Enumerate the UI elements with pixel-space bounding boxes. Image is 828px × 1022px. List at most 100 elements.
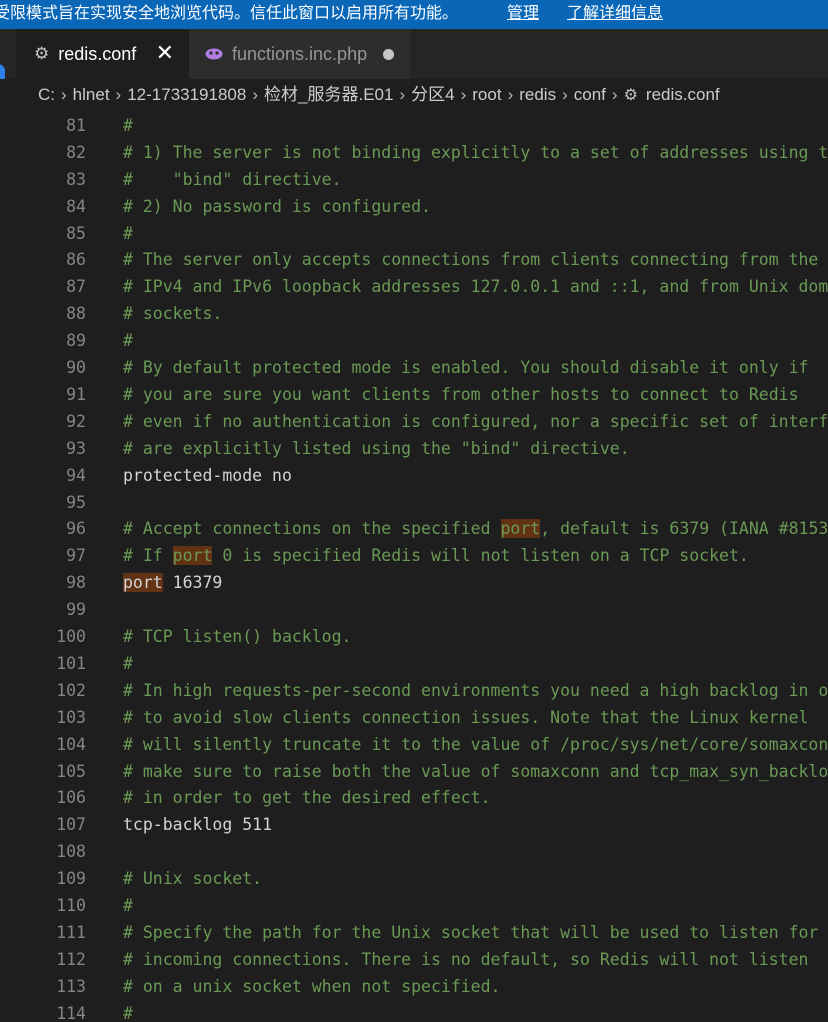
- code-line[interactable]: 114 #: [0, 1000, 828, 1022]
- code-editor[interactable]: 80# When protected mode is on and if:81#…: [0, 94, 828, 1022]
- learn-more-link[interactable]: 了解详细信息: [567, 0, 663, 27]
- code-line[interactable]: 84 # 2) No password is configured.: [0, 193, 828, 220]
- breadcrumb-item[interactable]: hlnet: [73, 85, 110, 104]
- code-text: # By default protected mode is enabled. …: [123, 358, 809, 377]
- code-line[interactable]: 104 # will silently truncate it to the va…: [0, 731, 828, 758]
- code-line[interactable]: 112 # incoming connections. There is no d…: [0, 946, 828, 973]
- line-number: 101: [56, 653, 86, 673]
- line-number: 96: [66, 519, 86, 539]
- code-line[interactable]: 93 # are explicitly listed using the "bin…: [0, 435, 828, 462]
- breadcrumb-item[interactable]: root: [472, 85, 501, 104]
- code-text: #: [123, 115, 133, 135]
- code-text: #: [123, 653, 133, 673]
- line-number: 98: [66, 573, 86, 593]
- close-icon[interactable]: ✕: [156, 41, 174, 65]
- code-text: # make sure to raise both the value of s…: [123, 761, 828, 781]
- line-number: 104: [56, 734, 86, 754]
- code-line[interactable]: 95: [0, 489, 828, 516]
- code-text: # on a unix socket when not specified.: [123, 976, 501, 996]
- line-number: 111: [56, 922, 86, 942]
- line-number: 87: [66, 277, 86, 297]
- gear-icon: ⚙: [623, 87, 638, 104]
- line-number: 90: [66, 358, 86, 377]
- restricted-mode-banner: 受限模式旨在实现安全地浏览代码。信任此窗口以启用所有功能。 管理 了解详细信息: [0, 0, 828, 29]
- line-number: 95: [66, 492, 86, 512]
- breadcrumb-separator: ›: [507, 85, 514, 104]
- code-line[interactable]: 111 # Specify the path for the Unix socke…: [0, 919, 828, 946]
- code-line[interactable]: 97 # If port 0 is specified Redis will no…: [0, 542, 828, 569]
- breadcrumb-separator: ›: [562, 85, 568, 104]
- code-text: #: [123, 331, 133, 351]
- code-text: # are explicitly listed using the "bind"…: [123, 438, 630, 458]
- code-text: # In high requests-per-second environmen…: [123, 680, 828, 700]
- breadcrumb-item[interactable]: redis: [519, 85, 556, 104]
- code-line[interactable]: 101 #: [0, 650, 828, 677]
- code-line[interactable]: 109 # Unix socket.: [0, 865, 828, 892]
- tab-functions-inc-php[interactable]: functions.inc.php: [188, 29, 410, 79]
- breadcrumb-separator: ›: [61, 85, 67, 104]
- code-text: # will silently truncate it to the value…: [123, 734, 828, 754]
- unsaved-dot-icon[interactable]: [383, 49, 394, 60]
- manage-link[interactable]: 管理: [507, 0, 539, 27]
- code-text: # 1) The server is not binding explicitl…: [123, 142, 828, 162]
- search-match-highlight: port: [172, 546, 213, 566]
- breadcrumb-item[interactable]: 分区4: [411, 85, 454, 104]
- code-line[interactable]: 90 # By default protected mode is enabled…: [0, 354, 828, 381]
- code-line[interactable]: 92 # even if no authentication is configu…: [0, 408, 828, 435]
- search-match-highlight: port: [123, 573, 163, 593]
- code-line[interactable]: 91 # you are sure you want clients from o…: [0, 381, 828, 408]
- code-text: # even if no authentication is configure…: [123, 411, 828, 431]
- code-line[interactable]: 105 # make sure to raise both the value o…: [0, 758, 828, 785]
- code-line[interactable]: 83 # "bind" directive.: [0, 166, 828, 193]
- code-line[interactable]: 102 # In high requests-per-second environ…: [0, 677, 828, 704]
- code-text: # in order to get the desired effect.: [123, 788, 491, 808]
- breadcrumb-item[interactable]: 12-1733191808: [127, 85, 246, 104]
- code-line[interactable]: 108: [0, 838, 828, 865]
- code-line[interactable]: 98 port 16379: [0, 569, 828, 596]
- code-line[interactable]: 96 # Accept connections on the specified …: [0, 515, 828, 542]
- code-text: # sockets.: [123, 304, 223, 324]
- line-number: 94: [66, 465, 86, 485]
- code-line[interactable]: 89 #: [0, 327, 828, 354]
- code-line[interactable]: 87 # IPv4 and IPv6 loopback addresses 127…: [0, 273, 828, 300]
- code-line[interactable]: 99: [0, 596, 828, 623]
- breadcrumb-item[interactable]: conf: [574, 85, 606, 104]
- breadcrumb-item[interactable]: C:: [38, 85, 55, 104]
- code-line[interactable]: 88 # sockets.: [0, 300, 828, 327]
- code-line[interactable]: 113 # on a unix socket when not specified…: [0, 973, 828, 1000]
- code-line[interactable]: 107 tcp-backlog 511: [0, 811, 828, 838]
- code-line[interactable]: 110 #: [0, 892, 828, 919]
- line-number: 92: [66, 411, 86, 431]
- code-line[interactable]: 94 protected-mode no: [0, 462, 828, 489]
- line-number: 105: [56, 761, 86, 781]
- code-line[interactable]: 82 # 1) The server is not binding explici…: [0, 139, 828, 166]
- breadcrumb-separator: ›: [115, 85, 122, 104]
- code-line[interactable]: 100 # TCP listen() backlog.: [0, 623, 828, 650]
- code-text: # you are sure you want clients from oth…: [123, 384, 799, 404]
- code-line[interactable]: 86 # The server only accepts connections …: [0, 246, 828, 273]
- code-text: # incoming connections. There is no defa…: [123, 949, 809, 969]
- tab-label: redis.conf: [58, 43, 137, 64]
- breadcrumb-separator: ›: [460, 85, 467, 104]
- breadcrumb-separator: ›: [252, 85, 259, 104]
- breadcrumb-item[interactable]: 检材_服务器.E01: [264, 85, 393, 104]
- code-text: # to avoid slow clients connection issue…: [123, 707, 809, 727]
- code-line[interactable]: 85 #: [0, 220, 828, 247]
- gear-icon: ⚙: [34, 44, 50, 63]
- code-line[interactable]: 103 # to avoid slow clients connection is…: [0, 704, 828, 731]
- code-text: #: [123, 223, 133, 243]
- line-number: 82: [66, 142, 86, 162]
- php-icon: [205, 44, 223, 65]
- line-number: 103: [56, 707, 86, 727]
- code-text: # 2) No password is configured.: [123, 196, 431, 216]
- code-text: # If port 0 is specified Redis will not …: [123, 546, 749, 566]
- line-number: 85: [66, 223, 86, 243]
- code-text: # Accept connections on the specified po…: [123, 519, 828, 539]
- breadcrumb: C: › hlnet › 12-1733191808 › 检材_服务器.E01 › 分区4 › ro…: [0, 79, 828, 110]
- code-line[interactable]: 81 #: [0, 112, 828, 139]
- code-line[interactable]: 106 # in order to get the desired effect.: [0, 784, 828, 811]
- code-text: tcp-backlog 511: [123, 815, 273, 835]
- code-text: # Specify the path for the Unix socket t…: [123, 922, 819, 942]
- breadcrumb-item[interactable]: redis.conf: [646, 85, 720, 104]
- tab-redis-conf[interactable]: ⚙ redis.conf ✕: [16, 29, 188, 79]
